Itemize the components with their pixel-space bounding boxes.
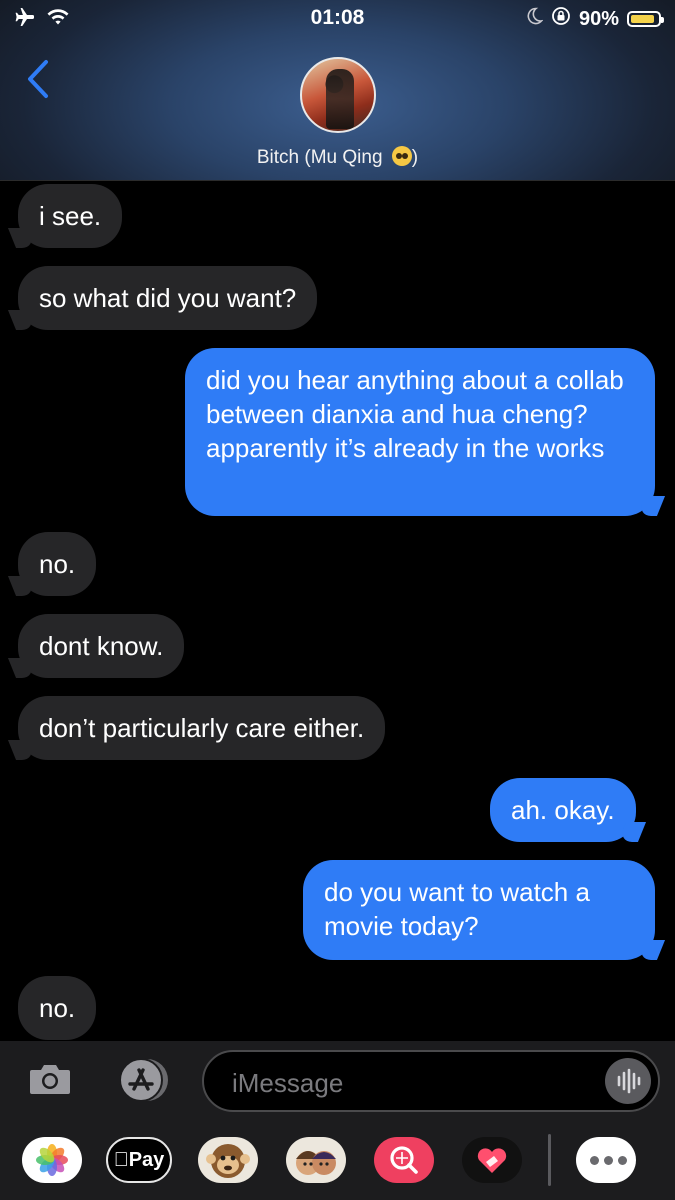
audio-waveform-icon[interactable] (605, 1058, 651, 1104)
message-incoming[interactable]: no. (18, 976, 97, 1040)
contact-name-text: Bitch (Mu Qing (256, 147, 383, 168)
battery-icon (627, 11, 664, 27)
contact-avatar[interactable] (300, 57, 376, 133)
tray-divider (548, 1134, 551, 1186)
status-bar: 01:08 90% (0, 0, 675, 36)
apple-pay-label: Pay (121, 1149, 165, 1171)
battery-level (631, 15, 655, 23)
message-outgoing[interactable]: do you want to watch a movie today? (303, 860, 655, 960)
imessage-field[interactable] (202, 1050, 660, 1112)
message-outgoing[interactable]: did you hear anything about a collab bet… (185, 348, 655, 516)
message-outgoing[interactable]: ah. okay. (490, 778, 636, 842)
message-input[interactable] (230, 1062, 594, 1104)
more-apps-button[interactable] (576, 1137, 636, 1183)
apple-pay-button[interactable]: Pay (106, 1137, 172, 1183)
digital-touch-heart-icon[interactable] (462, 1137, 522, 1183)
message-incoming[interactable]: so what did you want? (18, 266, 318, 330)
back-chevron-icon[interactable] (22, 58, 56, 102)
camera-icon[interactable] (28, 1062, 72, 1096)
message-incoming[interactable]: no. (18, 532, 97, 596)
contact-name-close: ) (411, 147, 419, 168)
contact-name[interactable]: Bitch (Mu Qing ) (0, 146, 675, 169)
pleading-face-icon (391, 146, 412, 166)
conversation-header: 01:08 90% Bitch (Mu Qing ) (0, 0, 675, 181)
image-search-icon[interactable] (374, 1137, 434, 1183)
orientation-lock-icon (551, 6, 571, 32)
message-incoming[interactable]: dont know. (18, 614, 185, 678)
message-incoming[interactable]: i see. (18, 184, 123, 248)
photos-app-icon[interactable] (22, 1137, 82, 1183)
message-incoming[interactable]: don’t particularly care either. (18, 696, 386, 760)
ellipsis-icon (590, 1156, 627, 1165)
do-not-disturb-icon (525, 7, 544, 31)
battery-percent: 90% (578, 7, 619, 30)
apple-logo-icon:  (114, 1149, 129, 1171)
animoji-monkey-icon[interactable] (198, 1137, 258, 1183)
app-store-icon[interactable] (114, 1058, 172, 1102)
memoji-stickers-icon[interactable] (286, 1137, 346, 1183)
